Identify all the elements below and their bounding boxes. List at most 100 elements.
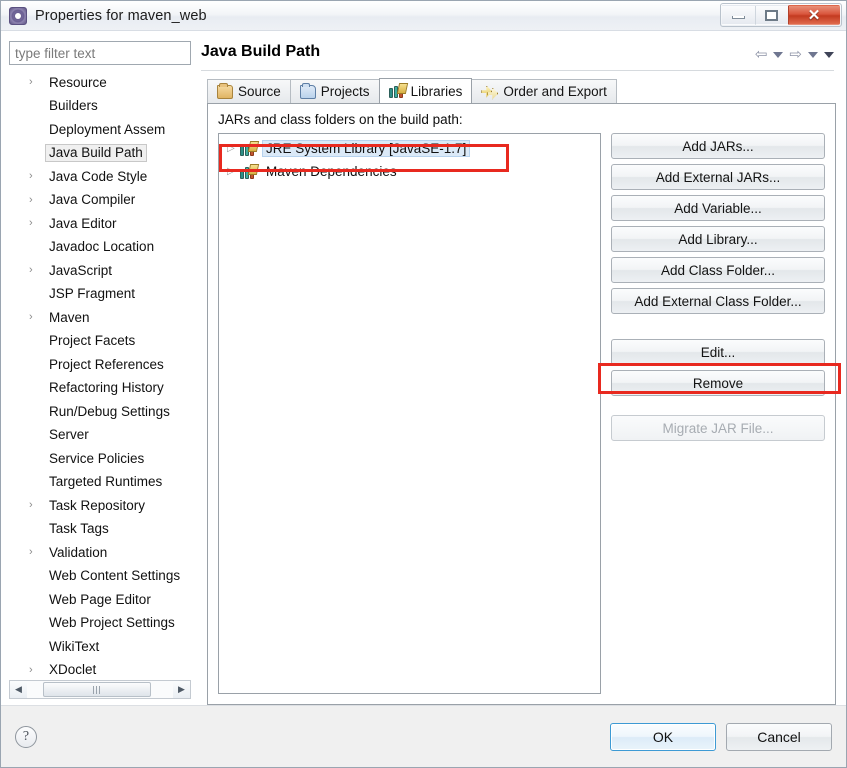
sidebar-item-jsp-fragment[interactable]: JSP Fragment xyxy=(9,283,191,307)
sidebar-item-validation[interactable]: › Validation xyxy=(9,541,191,565)
page-title: Java Build Path xyxy=(201,43,321,60)
library-books-icon xyxy=(240,142,257,156)
chevron-right-icon[interactable]: › xyxy=(29,312,38,323)
sidebar-item-xdoclet[interactable]: › XDoclet xyxy=(9,659,191,681)
sidebar-item-java-editor[interactable]: › Java Editor xyxy=(9,212,191,236)
forward-dropdown-icon[interactable] xyxy=(808,51,818,58)
tab-libraries[interactable]: Libraries xyxy=(378,78,473,103)
grip-icon xyxy=(92,685,102,694)
filter-box[interactable] xyxy=(9,41,191,65)
blue-folder-icon xyxy=(299,82,316,99)
maximize-icon xyxy=(765,9,778,21)
sidebar-item-label: Project References xyxy=(49,356,164,372)
ok-button[interactable]: OK xyxy=(610,722,716,751)
back-dropdown-icon[interactable] xyxy=(773,51,784,58)
chevron-right-icon[interactable]: › xyxy=(29,194,38,205)
sidebar-item-label: Resource xyxy=(49,74,107,90)
sidebar-item-label: Java Compiler xyxy=(49,192,136,208)
add-jars-button[interactable]: Add JARs... xyxy=(611,133,825,159)
add-library-button[interactable]: Add Library... xyxy=(611,226,825,252)
minimize-button[interactable] xyxy=(722,5,755,25)
sidebar-item-server[interactable]: Server xyxy=(9,424,191,448)
edit-button[interactable]: Edit... xyxy=(611,339,825,365)
sidebar-item-targeted-runtimes[interactable]: Targeted Runtimes xyxy=(9,471,191,495)
sidebar-item-task-repository[interactable]: › Task Repository xyxy=(9,494,191,518)
chevron-right-icon[interactable]: › xyxy=(29,664,38,675)
sidebar-item-project-facets[interactable]: Project Facets xyxy=(9,330,191,354)
dialog-body: › Resource Builders Deployment Assem Java Bu… xyxy=(1,31,846,705)
back-arrow-icon[interactable]: ⇦ xyxy=(755,47,768,62)
sidebar-item-java-build-path[interactable]: Java Build Path xyxy=(9,142,191,166)
sidebar-item-label: Targeted Runtimes xyxy=(49,474,163,490)
scroll-track[interactable] xyxy=(27,681,173,698)
sidebar-item-web-page-editor[interactable]: Web Page Editor xyxy=(9,588,191,612)
library-books-icon xyxy=(388,84,406,98)
close-icon: ✕ xyxy=(807,6,821,24)
sidebar-item-label: Java Build Path xyxy=(45,144,147,163)
package-folder-icon xyxy=(217,82,233,99)
remove-button[interactable]: Remove xyxy=(611,370,825,396)
sidebar-item-run-debug-settings[interactable]: Run/Debug Settings xyxy=(9,400,191,424)
sidebar-item-label: Project Facets xyxy=(49,333,136,349)
sidebar-item-deployment-assem[interactable]: Deployment Assem xyxy=(9,118,191,142)
sidebar-horizontal-scrollbar[interactable]: ◀ ▶ xyxy=(9,680,191,699)
chevron-right-icon[interactable]: › xyxy=(29,500,38,511)
build-path-entry-label: Maven Dependencies xyxy=(266,164,397,179)
chevron-right-icon[interactable]: ▷ xyxy=(227,166,240,177)
tab-order-and-export[interactable]: Order and Export xyxy=(471,79,617,103)
sidebar-item-java-code-style[interactable]: › Java Code Style xyxy=(9,165,191,189)
sidebar-item-label: JavaScript xyxy=(49,262,113,278)
add-variable-button[interactable]: Add Variable... xyxy=(611,195,825,221)
tab-label: Source xyxy=(238,84,281,99)
sidebar-item-label: Java Editor xyxy=(49,215,117,231)
chevron-right-icon[interactable]: › xyxy=(29,218,38,229)
chevron-right-icon[interactable]: › xyxy=(29,265,38,276)
sidebar-item-project-references[interactable]: Project References xyxy=(9,353,191,377)
sidebar-item-web-content-settings[interactable]: Web Content Settings xyxy=(9,565,191,589)
sidebar-item-java-compiler[interactable]: › Java Compiler xyxy=(9,189,191,213)
tab-label: Order and Export xyxy=(503,84,607,99)
chevron-right-icon[interactable]: › xyxy=(29,547,38,558)
search-input[interactable] xyxy=(15,45,185,61)
scroll-left-icon[interactable]: ◀ xyxy=(10,681,27,698)
tab-source[interactable]: Source xyxy=(207,79,291,103)
sidebar-item-refactoring-history[interactable]: Refactoring History xyxy=(9,377,191,401)
sidebar-tree[interactable]: › Resource Builders Deployment Assem Java Bu… xyxy=(9,65,191,680)
build-path-entry[interactable]: ▷ JRE System Library [JavaSE-1.7] xyxy=(221,137,598,160)
settings-page: Java Build Path ⇦ ⇨ Source Projects Librar… xyxy=(199,41,838,705)
sidebar-item-service-policies[interactable]: Service Policies xyxy=(9,447,191,471)
chevron-right-icon[interactable]: › xyxy=(29,77,38,88)
help-button[interactable]: ? xyxy=(15,725,37,748)
sidebar-item-label: Service Policies xyxy=(49,450,145,466)
build-path-tree[interactable]: ▷ JRE System Library [JavaSE-1.7] ▷ Maven D… xyxy=(218,133,601,694)
library-actions: Add JARs... Add External JARs... Add Varia… xyxy=(611,133,825,694)
add-external-jars-button[interactable]: Add External JARs... xyxy=(611,164,825,190)
sidebar-item-wikitext[interactable]: WikiText xyxy=(9,635,191,659)
cancel-button[interactable]: Cancel xyxy=(726,722,832,751)
build-path-entry[interactable]: ▷ Maven Dependencies xyxy=(221,160,598,183)
sidebar-item-javadoc-location[interactable]: Javadoc Location xyxy=(9,236,191,260)
add-external-class-folder-button[interactable]: Add External Class Folder... xyxy=(611,288,825,314)
order-arrows-icon xyxy=(481,85,498,99)
sidebar-item-resource[interactable]: › Resource xyxy=(9,71,191,95)
panel-description: JARs and class folders on the build path… xyxy=(218,112,463,127)
header-divider xyxy=(201,70,834,71)
sidebar-item-label: Server xyxy=(49,427,89,443)
chevron-right-icon[interactable]: ▷ xyxy=(227,143,240,154)
sidebar-item-builders[interactable]: Builders xyxy=(9,95,191,119)
sidebar-item-web-project-settings[interactable]: Web Project Settings xyxy=(9,612,191,636)
settings-sidebar: › Resource Builders Deployment Assem Java Bu… xyxy=(9,41,191,705)
chevron-right-icon[interactable]: › xyxy=(29,171,38,182)
tab-projects[interactable]: Projects xyxy=(289,79,380,103)
scroll-thumb[interactable] xyxy=(43,682,151,697)
sidebar-item-javascript[interactable]: › JavaScript xyxy=(9,259,191,283)
sidebar-item-label: Web Project Settings xyxy=(49,615,175,631)
sidebar-item-maven[interactable]: › Maven xyxy=(9,306,191,330)
sidebar-item-task-tags[interactable]: Task Tags xyxy=(9,518,191,542)
add-class-folder-button[interactable]: Add Class Folder... xyxy=(611,257,825,283)
page-menu-icon[interactable] xyxy=(824,51,834,58)
forward-arrow-icon[interactable]: ⇨ xyxy=(789,47,802,62)
maximize-button[interactable] xyxy=(755,5,788,25)
close-button[interactable]: ✕ xyxy=(788,5,840,25)
scroll-right-icon[interactable]: ▶ xyxy=(173,681,190,698)
